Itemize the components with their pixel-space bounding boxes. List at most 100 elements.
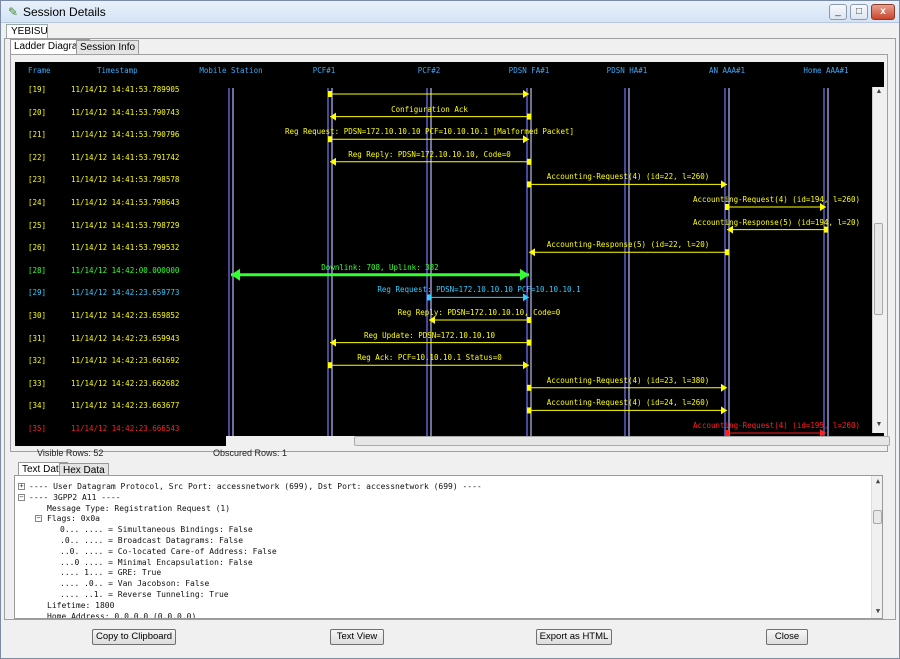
timestamp[interactable]: 11/14/12 14:42:23.663677 (71, 401, 179, 410)
tree-scroll-thumb[interactable] (873, 510, 882, 524)
message-label[interactable]: Accounting-Request(4) (id=22, l=260) (547, 172, 710, 181)
close-window-button[interactable]: x (871, 4, 895, 20)
timestamp[interactable]: 11/14/12 14:42:23.659852 (71, 311, 179, 320)
arrow-head (520, 268, 529, 281)
tree-node[interactable]: ---- 3GPP2 A11 ---- (29, 493, 121, 502)
collapse-icon[interactable]: − (18, 493, 25, 501)
frame-number[interactable]: [19] (28, 85, 46, 94)
timestamp[interactable]: 11/14/12 14:42:23.662682 (71, 379, 179, 388)
export-html-button[interactable]: Export as HTML (536, 629, 612, 645)
collapse-icon[interactable]: − (35, 515, 42, 523)
message-label[interactable]: Configuration Ack (391, 105, 468, 114)
arrow-tail (527, 384, 531, 391)
tree-node[interactable]: ..0. .... = Co-located Care-of Address: … (60, 547, 277, 556)
tree-node[interactable]: 0... .... = Simultaneous Bindings: False (60, 525, 253, 534)
message-label[interactable]: Accounting-Request(4) (id=24, l=260) (547, 398, 710, 407)
arrow-tail (527, 181, 531, 188)
timestamp[interactable]: 11/14/12 14:41:53.798729 (71, 221, 179, 230)
message-label[interactable]: Accounting-Response(5) (id=22, l=20) (547, 240, 710, 249)
message-label[interactable]: Accounting-Response(5) (id=194, l=20) (693, 218, 860, 227)
arrow-head (523, 135, 529, 144)
message-label[interactable]: Reg Request: PDSN=172.10.10.10 PCF=10.10… (377, 285, 580, 294)
frame-number[interactable]: [21] (28, 130, 46, 139)
frame-number[interactable]: [25] (28, 221, 46, 230)
timestamp[interactable]: 11/14/12 14:41:53.798643 (71, 198, 179, 207)
arrow-head (330, 112, 336, 121)
frame-number[interactable]: [20] (28, 108, 46, 117)
ladder-vertical-scrollbar[interactable]: ▲ ▼ (872, 87, 884, 433)
frame-number[interactable]: [28] (28, 266, 46, 275)
timestamp[interactable]: 11/14/12 14:42:23.661692 (71, 356, 179, 365)
timestamp[interactable]: 11/14/12 14:41:53.790796 (71, 130, 179, 139)
message-label[interactable]: Downlink: 708, Uplink: 382 (321, 263, 438, 272)
frame-number[interactable]: [22] (28, 153, 46, 162)
frame-number[interactable]: [26] (28, 243, 46, 252)
tab-yebisu[interactable]: YEBISU (6, 24, 48, 39)
tree-node[interactable]: ...0 .... = Minimal Encapsulation: False (60, 558, 253, 567)
visible-rows-status: Visible Rows: 52 (37, 448, 104, 458)
timestamp[interactable]: 11/14/12 14:41:53.791742 (71, 153, 179, 162)
entity-header: PDSN HA#1 (606, 66, 648, 75)
timestamp[interactable]: 11/14/12 14:42:23.659943 (71, 334, 179, 343)
tree-node[interactable]: Lifetime: 1800 (47, 601, 114, 610)
timestamp[interactable]: 11/14/12 14:41:53.790743 (71, 108, 179, 117)
timestamp[interactable]: 11/14/12 14:41:53.789905 (71, 85, 179, 94)
maximize-button[interactable]: □ (850, 4, 868, 20)
tree-scroll-down-icon[interactable]: ▼ (872, 607, 882, 615)
timestamp[interactable]: 11/14/12 14:42:23.659773 (71, 288, 179, 297)
frame-number[interactable]: [24] (28, 198, 46, 207)
scroll-down-arrow-icon[interactable]: ▼ (873, 421, 885, 428)
tab-session-info[interactable]: Session Info (76, 40, 140, 55)
title-bar: ✎ Session Details _ □ x (1, 1, 899, 23)
scroll-up-arrow-icon[interactable]: ▲ (873, 88, 885, 95)
message-label[interactable]: Accounting-Request(4) (id=195, l=260) (693, 421, 860, 430)
session-details-window: ✎ Session Details _ □ x YEBISU Ladder Di… (0, 0, 900, 659)
timestamp[interactable]: 11/14/12 14:42:23.666543 (71, 424, 179, 433)
entity-header: AN AAA#1 (708, 66, 746, 75)
message-label[interactable]: Reg Reply: PDSN=172.10.10.10, Code=0 (398, 308, 561, 317)
entity-header: PCF#1 (312, 66, 336, 75)
frame-number[interactable]: [35] (28, 424, 46, 433)
arrow-tail (328, 91, 332, 97)
copy-to-clipboard-button[interactable]: Copy to Clipboard (92, 629, 176, 645)
frame-number[interactable]: [23] (28, 175, 46, 184)
arrow-head (231, 268, 240, 281)
tree-node[interactable]: .... .0.. = Van Jacobson: False (60, 579, 209, 588)
frame-number[interactable]: [29] (28, 288, 46, 297)
vertical-scroll-thumb[interactable] (874, 223, 883, 315)
arrow-tail (328, 136, 332, 143)
message-label[interactable]: Reg Ack: PCF=10.10.10.1 Status=0 (357, 353, 502, 362)
timestamp[interactable]: 11/14/12 14:42:00.000000 (71, 266, 179, 275)
ladder-horizontal-scrollbar[interactable] (226, 436, 890, 446)
tree-vertical-scrollbar[interactable]: ▲ ▼ (871, 476, 882, 618)
tree-node[interactable]: Message Type: Registration Request (1) (47, 504, 230, 513)
close-button[interactable]: Close (766, 629, 808, 645)
arrow-head (529, 248, 535, 257)
arrow-head (721, 383, 727, 392)
expand-icon[interactable]: + (18, 483, 25, 490)
horizontal-scroll-thumb[interactable] (354, 436, 890, 446)
packet-detail-tree[interactable]: ▲ ▼ + ---- User Datagram Protocol, Src Po… (14, 475, 883, 619)
tree-node[interactable]: .... 1... = GRE: True (60, 568, 161, 577)
message-label[interactable]: Accounting-Request(4) (id=194, l=260) (693, 195, 860, 204)
tree-node[interactable]: Flags: 0x0a (47, 514, 100, 523)
tree-scroll-up-icon[interactable]: ▲ (872, 477, 882, 485)
tree-node[interactable]: .0.. .... = Broadcast Datagrams: False (60, 536, 243, 545)
timestamp[interactable]: 11/14/12 14:41:53.798578 (71, 175, 179, 184)
frame-number[interactable]: [33] (28, 379, 46, 388)
minimize-button[interactable]: _ (829, 4, 847, 20)
message-label[interactable]: Accounting-Request(4) (id=23, l=380) (547, 376, 710, 385)
text-view-button[interactable]: Text View (330, 629, 384, 645)
message-label[interactable]: Reg Reply: PDSN=172.10.10.10, Code=0 (348, 150, 511, 159)
frame-number[interactable]: [32] (28, 356, 46, 365)
tree-node[interactable]: ---- User Datagram Protocol, Src Port: a… (29, 482, 482, 491)
message-label[interactable]: Reg Update: PDSN=172.10.10.10 (364, 331, 495, 340)
tree-node[interactable]: Home Address: 0.0.0.0 (0.0.0.0) (47, 612, 196, 618)
frame-number[interactable]: [30] (28, 311, 46, 320)
timestamp[interactable]: 11/14/12 14:41:53.799532 (71, 243, 179, 252)
tree-node[interactable]: .... ..1. = Reverse Tunneling: True (60, 590, 229, 599)
message-label[interactable]: Reg Request: PDSN=172.10.10.10 PCF=10.10… (285, 127, 574, 136)
ladder-diagram[interactable]: Frame Timestamp Mobile Station PCF#1 PCF#2… (15, 62, 884, 446)
frame-number[interactable]: [34] (28, 401, 46, 410)
frame-number[interactable]: [31] (28, 334, 46, 343)
